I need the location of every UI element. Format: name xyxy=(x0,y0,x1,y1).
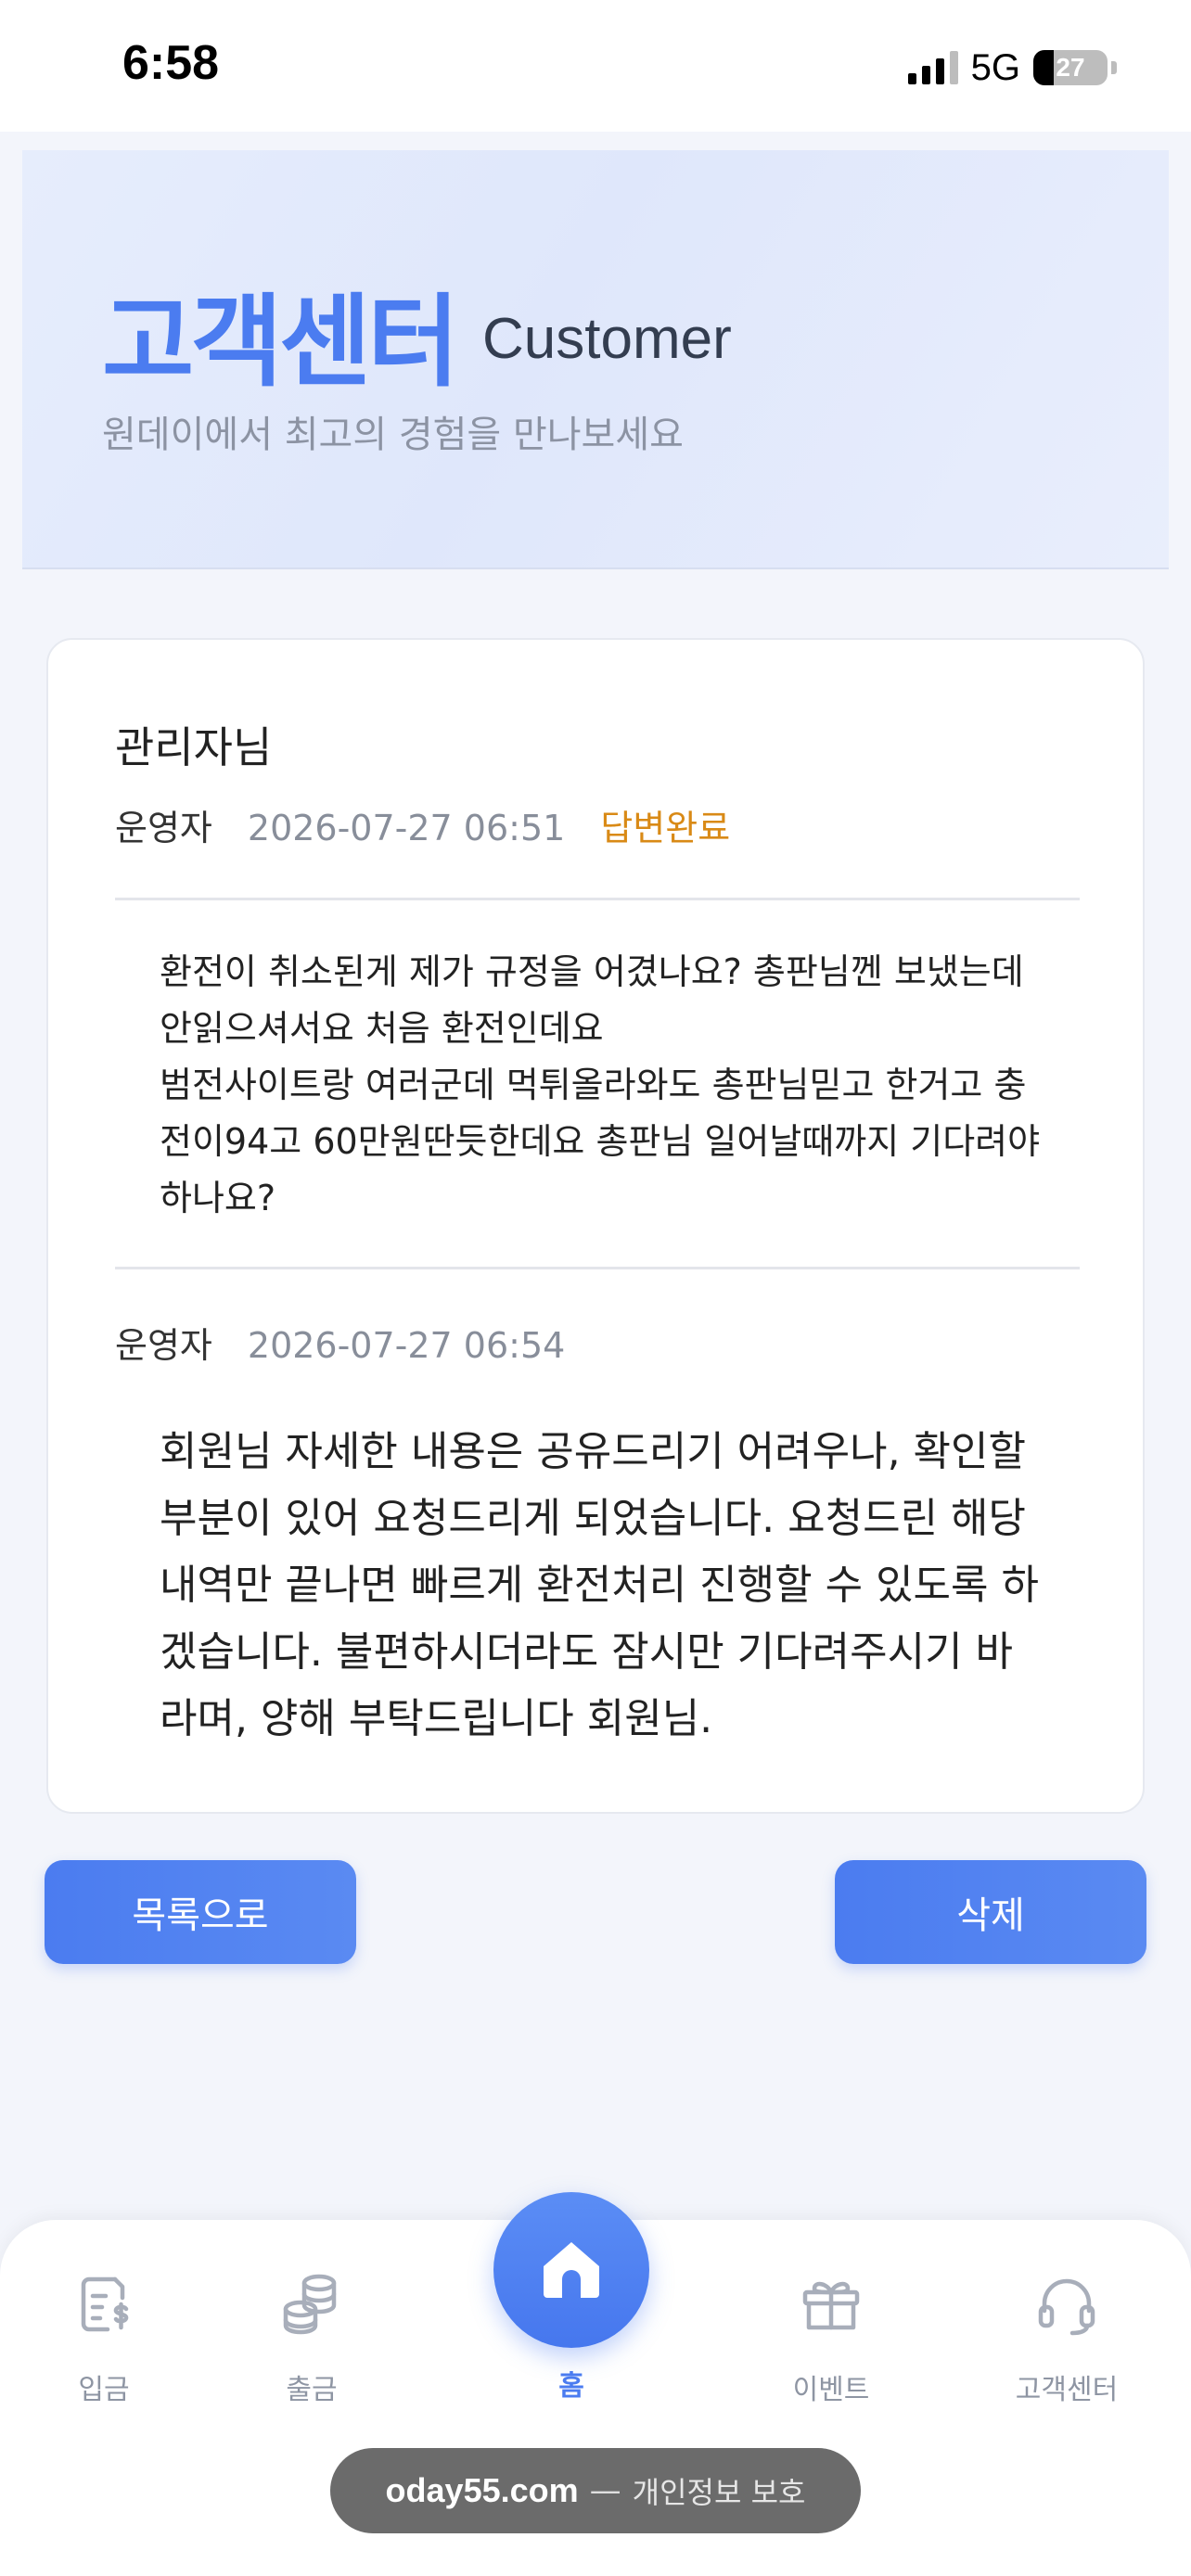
hero-banner: 고객센터 Customer 원데이에서 최고의 경험을 만나보세요 xyxy=(22,150,1169,569)
headset-icon xyxy=(1038,2278,1095,2336)
signal-icon xyxy=(907,51,958,84)
page-title: 고객센터 xyxy=(102,285,459,401)
reply-body: 회원님 자세한 내용은 공유드리기 어려우나, 확인할 부분이 있어 요청드리게… xyxy=(160,1428,1039,1742)
nav-label-event: 이벤트 xyxy=(792,2374,870,2406)
battery-icon: 27 xyxy=(1033,50,1108,85)
divider xyxy=(115,898,1080,900)
nav-item-withdraw[interactable]: 출금 xyxy=(228,2266,395,2407)
status-badge: 답변완료 xyxy=(600,808,731,848)
nav-label-home: 홈 xyxy=(558,2370,584,2403)
status-bar: 6:58 5G 27 xyxy=(0,0,1191,132)
inquiry-date: 2026-07-27 06:51 xyxy=(247,808,566,848)
battery-level: 27 xyxy=(1056,53,1085,82)
nav-label-deposit: 입금 xyxy=(78,2374,130,2406)
url-domain: oday55.com xyxy=(385,2471,579,2509)
url-separator: — xyxy=(589,2472,621,2509)
battery-cap xyxy=(1111,61,1117,74)
nav-label-withdraw: 출금 xyxy=(286,2374,338,2406)
home-button[interactable] xyxy=(493,2192,649,2348)
inquiry-author: 운영자 xyxy=(115,808,212,848)
status-time: 6:58 xyxy=(122,36,220,90)
privacy-note: 개인정보 보호 xyxy=(632,2475,806,2510)
inquiry-meta: 운영자 2026-07-27 06:51 답변완료 xyxy=(115,799,730,850)
reply-author: 운영자 xyxy=(115,1325,212,1366)
back-to-list-button[interactable]: 목록으로 xyxy=(45,1860,356,1964)
inquiry-body: 환전이 취소된게 제가 규정을 어겼나요? 총판님껜 보냈는데 안읽으셔서요 처… xyxy=(160,951,1041,1218)
nav-item-support[interactable]: 고객센터 xyxy=(983,2266,1150,2407)
divider xyxy=(115,1267,1080,1269)
home-icon xyxy=(544,2242,599,2298)
delete-button[interactable]: 삭제 xyxy=(835,1860,1146,1964)
dollar-document-icon xyxy=(81,2276,129,2332)
inquiry-card: 관리자님 운영자 2026-07-27 06:51 답변완료 환전이 취소된게 … xyxy=(46,638,1145,1814)
nav-item-deposit[interactable]: 입금 xyxy=(20,2266,187,2407)
nav-label-support: 고객센터 xyxy=(1015,2374,1119,2406)
status-indicators: 5G 27 xyxy=(907,45,1117,91)
reply-date: 2026-07-27 06:54 xyxy=(247,1325,566,1366)
reply-meta: 운영자 2026-07-27 06:54 xyxy=(115,1317,565,1368)
network-label: 5G xyxy=(970,46,1020,88)
page-subtitle: Customer xyxy=(482,307,732,371)
coins-icon xyxy=(283,2274,337,2335)
url-bar[interactable]: oday55.com — 개인정보 보호 xyxy=(330,2448,861,2533)
nav-item-event[interactable]: 이벤트 xyxy=(748,2266,915,2407)
gift-icon xyxy=(802,2281,860,2330)
nav-item-home[interactable]: 홈 xyxy=(488,2192,655,2404)
page-description: 원데이에서 최고의 경험을 만나보세요 xyxy=(102,414,684,456)
inquiry-title: 관리자님 xyxy=(115,722,273,772)
